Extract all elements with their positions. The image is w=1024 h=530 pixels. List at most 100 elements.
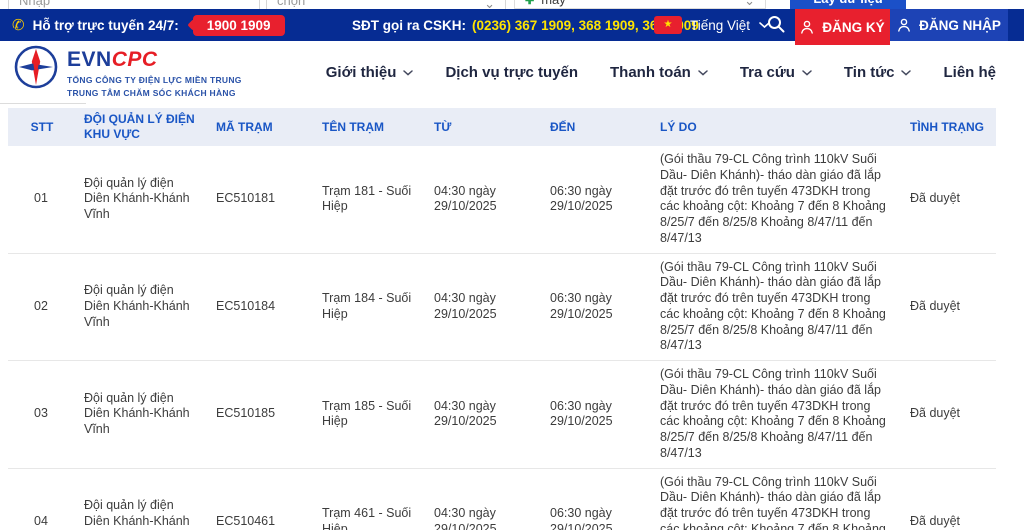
- register-label: ĐĂNG KÝ: [822, 20, 884, 35]
- cell-station-name: Trạm 184 - Suối Hiệp: [314, 253, 426, 361]
- evn-star-icon: [14, 45, 58, 89]
- cell-station-name: Trạm 185 - Suối Hiệp: [314, 361, 426, 469]
- status-badge: Đã duyệt: [902, 361, 996, 469]
- chevron-down-icon: ⌄: [484, 0, 495, 9]
- cell-station-code: EC510184: [208, 253, 314, 361]
- hotline-label: Hỗ trợ trực tuyến 24/7:: [33, 18, 179, 33]
- language-selector[interactable]: Tiếng Việt: [690, 9, 770, 41]
- cell-to: 06:30 ngày 29/10/2025: [542, 253, 652, 361]
- cell-team: Đội quản lý điện Diên Khánh-Khánh Vĩnh: [76, 253, 208, 361]
- col-header-team: ĐỘI QUẢN LÝ ĐIỆN KHU VỰC: [76, 108, 208, 146]
- nav-label: Tra cứu: [740, 64, 795, 81]
- nav-label: Giới thiệu: [326, 64, 397, 81]
- col-header-from: TỪ: [426, 108, 542, 146]
- chevron-down-icon: [403, 70, 413, 76]
- chevron-down-icon: [802, 70, 812, 76]
- cell-from: 04:30 ngày 29/10/2025: [426, 361, 542, 469]
- search-input-placeholder: Nhập: [19, 0, 50, 8]
- col-header-stt: STT: [8, 108, 76, 146]
- cutoff-divider: [0, 103, 86, 104]
- cell-station-code: EC510181: [208, 146, 314, 253]
- chevron-down-icon: [901, 70, 911, 76]
- cell-from: 04:30 ngày 29/10/2025: [426, 468, 542, 530]
- evncpc-logo[interactable]: EVNCPC TỔNG CÔNG TY ĐIỆN LỰC MIỀN TRUNG …: [14, 45, 242, 98]
- col-header-status: TÌNH TRẠNG: [902, 108, 996, 146]
- person-icon: [897, 18, 911, 32]
- main-nav: Giới thiệu Dịch vụ trực tuyến Thanh toán…: [326, 41, 996, 104]
- table-row: 03 Đội quản lý điện Diên Khánh-Khánh Vĩn…: [8, 361, 996, 469]
- company-name-line2: TRUNG TÂM CHĂM SÓC KHÁCH HÀNG: [67, 88, 242, 98]
- logo-wordmark: EVNCPC: [67, 48, 242, 72]
- outage-table-container: STT ĐỘI QUẢN LÝ ĐIỆN KHU VỰC MÃ TRẠM TÊN…: [8, 108, 996, 530]
- cell-to: 06:30 ngày 29/10/2025: [542, 361, 652, 469]
- machine-select[interactable]: ✚ máy ⌄: [514, 0, 766, 9]
- nav-tin-tuc[interactable]: Tin tức: [844, 64, 912, 81]
- cskh-phone-group: SĐT gọi ra CSKH: (0236) 367 1909, 368 19…: [352, 9, 699, 41]
- site-header: EVNCPC TỔNG CÔNG TY ĐIỆN LỰC MIỀN TRUNG …: [0, 41, 1024, 104]
- col-header-to: ĐẾN: [542, 108, 652, 146]
- cell-station-name: Trạm 461 - Suối Hiệp: [314, 468, 426, 530]
- table-row: 01 Đội quản lý điện Diên Khánh-Khánh Vĩn…: [8, 146, 996, 253]
- table-row: 02 Đội quản lý điện Diên Khánh-Khánh Vĩn…: [8, 253, 996, 361]
- cell-team: Đội quản lý điện Diên Khánh-Khánh Vĩnh: [76, 146, 208, 253]
- cell-station-name: Trạm 181 - Suối Hiệp: [314, 146, 426, 253]
- nav-label: Liên hệ: [943, 64, 996, 81]
- page: Nhập chọn ⌄ ✚ máy ⌄ Lấy dữ liệu ✆ Hỗ trợ …: [0, 0, 1024, 530]
- cell-reason: (Gói thầu 79-CL Công trình 110kV Suối Dầ…: [652, 146, 902, 253]
- cell-station-code: EC510461: [208, 468, 314, 530]
- cell-stt: 02: [8, 253, 76, 361]
- cell-stt: 01: [8, 146, 76, 253]
- logo-texts: EVNCPC TỔNG CÔNG TY ĐIỆN LỰC MIỀN TRUNG …: [67, 45, 242, 98]
- select-dropdown[interactable]: chọn ⌄: [266, 0, 506, 9]
- cskh-label: SĐT gọi ra CSKH:: [352, 18, 466, 33]
- hotline-group: ✆ Hỗ trợ trực tuyến 24/7: 1900 1909: [12, 9, 285, 41]
- fetch-data-label: Lấy dữ liệu: [813, 0, 882, 6]
- nav-thanh-toan[interactable]: Thanh toán: [610, 64, 708, 81]
- cutoff-form-strip: Nhập chọn ⌄ ✚ máy ⌄ Lấy dữ liệu: [0, 0, 1024, 9]
- phone-icon: ✆: [12, 16, 25, 34]
- login-button[interactable]: ĐĂNG NHẬP: [890, 9, 1008, 41]
- search-icon[interactable]: [766, 14, 788, 36]
- nav-tra-cuu[interactable]: Tra cứu: [740, 64, 812, 81]
- col-header-reason: LÝ DO: [652, 108, 902, 146]
- language-label: Tiếng Việt: [690, 18, 750, 33]
- cell-to: 06:30 ngày 29/10/2025: [542, 468, 652, 530]
- col-header-station-code: MÃ TRẠM: [208, 108, 314, 146]
- status-badge: Đã duyệt: [902, 468, 996, 530]
- top-bar: ✆ Hỗ trợ trực tuyến 24/7: 1900 1909 SĐT …: [0, 9, 1024, 41]
- login-label: ĐĂNG NHẬP: [919, 18, 1001, 33]
- machine-label: máy: [541, 0, 566, 7]
- status-badge: Đã duyệt: [902, 253, 996, 361]
- nav-dich-vu-truc-tuyen[interactable]: Dịch vụ trực tuyến: [445, 64, 578, 81]
- outage-table: STT ĐỘI QUẢN LÝ ĐIỆN KHU VỰC MÃ TRẠM TÊN…: [8, 108, 996, 530]
- cell-stt: 04: [8, 468, 76, 530]
- person-icon: [800, 20, 814, 34]
- nav-label: Dịch vụ trực tuyến: [445, 64, 578, 81]
- status-badge: Đã duyệt: [902, 146, 996, 253]
- cell-team: Đội quản lý điện Diên Khánh-Khánh Vĩnh: [76, 361, 208, 469]
- chevron-down-icon: ⌄: [744, 0, 755, 7]
- cell-reason: (Gói thầu 79-CL Công trình 110kV Suối Dầ…: [652, 361, 902, 469]
- fetch-data-button[interactable]: Lấy dữ liệu: [790, 0, 906, 9]
- cell-from: 04:30 ngày 29/10/2025: [426, 253, 542, 361]
- cell-team: Đội quản lý điện Diên Khánh-Khánh Vĩnh: [76, 468, 208, 530]
- nav-gioi-thieu[interactable]: Giới thiệu: [326, 64, 414, 81]
- company-name-line1: TỔNG CÔNG TY ĐIỆN LỰC MIỀN TRUNG: [67, 75, 242, 85]
- cell-stt: 03: [8, 361, 76, 469]
- plus-icon: ✚: [525, 0, 534, 7]
- nav-lien-he[interactable]: Liên hệ: [943, 64, 996, 81]
- select-placeholder: chọn: [277, 0, 305, 8]
- cell-to: 06:30 ngày 29/10/2025: [542, 146, 652, 253]
- vietnam-flag-icon: ★: [654, 16, 682, 34]
- cell-station-code: EC510185: [208, 361, 314, 469]
- hotline-number-badge[interactable]: 1900 1909: [193, 15, 285, 36]
- col-header-station-name: TÊN TRẠM: [314, 108, 426, 146]
- table-header-row: STT ĐỘI QUẢN LÝ ĐIỆN KHU VỰC MÃ TRẠM TÊN…: [8, 108, 996, 146]
- cell-from: 04:30 ngày 29/10/2025: [426, 146, 542, 253]
- cell-reason: (Gói thầu 79-CL Công trình 110kV Suối Dầ…: [652, 468, 902, 530]
- search-input[interactable]: Nhập: [8, 0, 260, 9]
- nav-label: Thanh toán: [610, 64, 691, 81]
- register-button[interactable]: ĐĂNG KÝ: [795, 9, 890, 45]
- chevron-down-icon: [698, 70, 708, 76]
- nav-label: Tin tức: [844, 64, 895, 81]
